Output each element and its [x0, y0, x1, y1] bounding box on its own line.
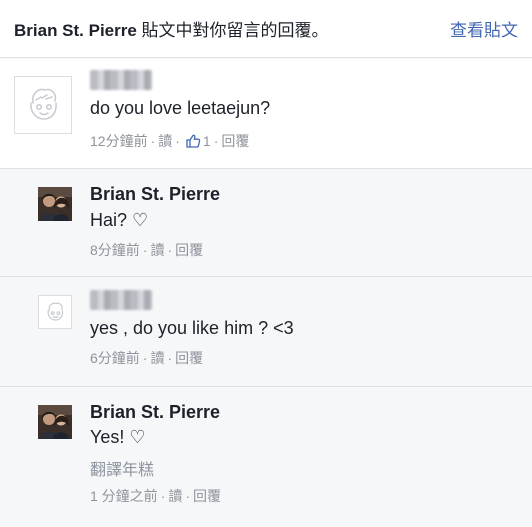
- comment: do you love leetaejun? 12分鐘前 · 讀 · 1 · 回…: [0, 59, 532, 169]
- like-action[interactable]: 讀: [150, 240, 164, 260]
- comment-author[interactable]: Brian St. Pierre: [90, 184, 220, 205]
- meta-separator: ·: [185, 488, 191, 504]
- header-title: Brian St. Pierre 貼文中對你留言的回覆。: [14, 16, 329, 41]
- default-avatar-icon[interactable]: [14, 76, 72, 134]
- comment-time[interactable]: 1 分鐘之前: [90, 486, 158, 506]
- profile-photo-icon[interactable]: [38, 187, 72, 221]
- thumbs-up-icon[interactable]: [185, 133, 201, 149]
- comment-time[interactable]: 6分鐘前: [90, 348, 140, 368]
- reply-action[interactable]: 回覆: [221, 131, 249, 151]
- reply-action[interactable]: 回覆: [193, 486, 221, 506]
- commenter-name-blurred[interactable]: [90, 70, 152, 90]
- comment-meta: 8分鐘前 · 讀 · 回覆: [90, 240, 203, 260]
- meta-separator: ·: [142, 242, 148, 258]
- reply-comment: Brian St. Pierre Hai? ♡ 8分鐘前 · 讀 · 回覆: [0, 169, 532, 277]
- comment-time[interactable]: 12分鐘前: [90, 131, 148, 151]
- reply-comment: yes , do you like him ? <3 6分鐘前 · 讀 · 回覆: [0, 277, 532, 387]
- comment-text: do you love leetaejun?: [90, 98, 271, 118]
- meta-separator: ·: [167, 242, 173, 258]
- meta-separator: ·: [142, 350, 148, 366]
- header-author[interactable]: Brian St. Pierre: [14, 21, 137, 40]
- comment-meta: 6分鐘前 · 讀 · 回覆: [90, 348, 203, 368]
- header-title-suffix: 貼文中對你留言的回覆。: [136, 21, 329, 40]
- like-action[interactable]: 讀: [158, 131, 172, 151]
- comment-time[interactable]: 8分鐘前: [90, 240, 140, 260]
- meta-separator: ·: [213, 133, 219, 149]
- like-count[interactable]: 1: [203, 133, 211, 149]
- reply-action[interactable]: 回覆: [175, 240, 203, 260]
- meta-separator: ·: [175, 133, 180, 149]
- meta-separator: ·: [160, 488, 166, 504]
- like-action[interactable]: 讀: [168, 486, 182, 506]
- default-avatar-icon[interactable]: [38, 295, 72, 329]
- meta-separator: ·: [167, 350, 173, 366]
- meta-separator: ·: [150, 133, 156, 149]
- reply-action[interactable]: 回覆: [175, 348, 203, 368]
- comment-text: Hai? ♡: [90, 210, 149, 230]
- commenter-name-blurred[interactable]: [90, 290, 152, 310]
- comment-text: Yes! ♡: [90, 427, 146, 447]
- notification-header: Brian St. Pierre 貼文中對你留言的回覆。 查看貼文: [0, 0, 532, 58]
- translate-link[interactable]: 翻譯年糕: [90, 456, 154, 480]
- like-action[interactable]: 讀: [150, 348, 164, 368]
- comment-text: yes , do you like him ? <3: [90, 318, 294, 338]
- comment-author[interactable]: Brian St. Pierre: [90, 402, 220, 423]
- comment-meta: 1 分鐘之前 · 讀 · 回覆: [90, 486, 221, 506]
- profile-photo-icon[interactable]: [38, 405, 72, 439]
- reply-comment: Brian St. Pierre Yes! ♡ 翻譯年糕 1 分鐘之前 · 讀 …: [0, 387, 532, 527]
- comment-meta: 12分鐘前 · 讀 · 1 · 回覆: [90, 131, 249, 151]
- view-post-link[interactable]: 查看貼文: [450, 16, 518, 41]
